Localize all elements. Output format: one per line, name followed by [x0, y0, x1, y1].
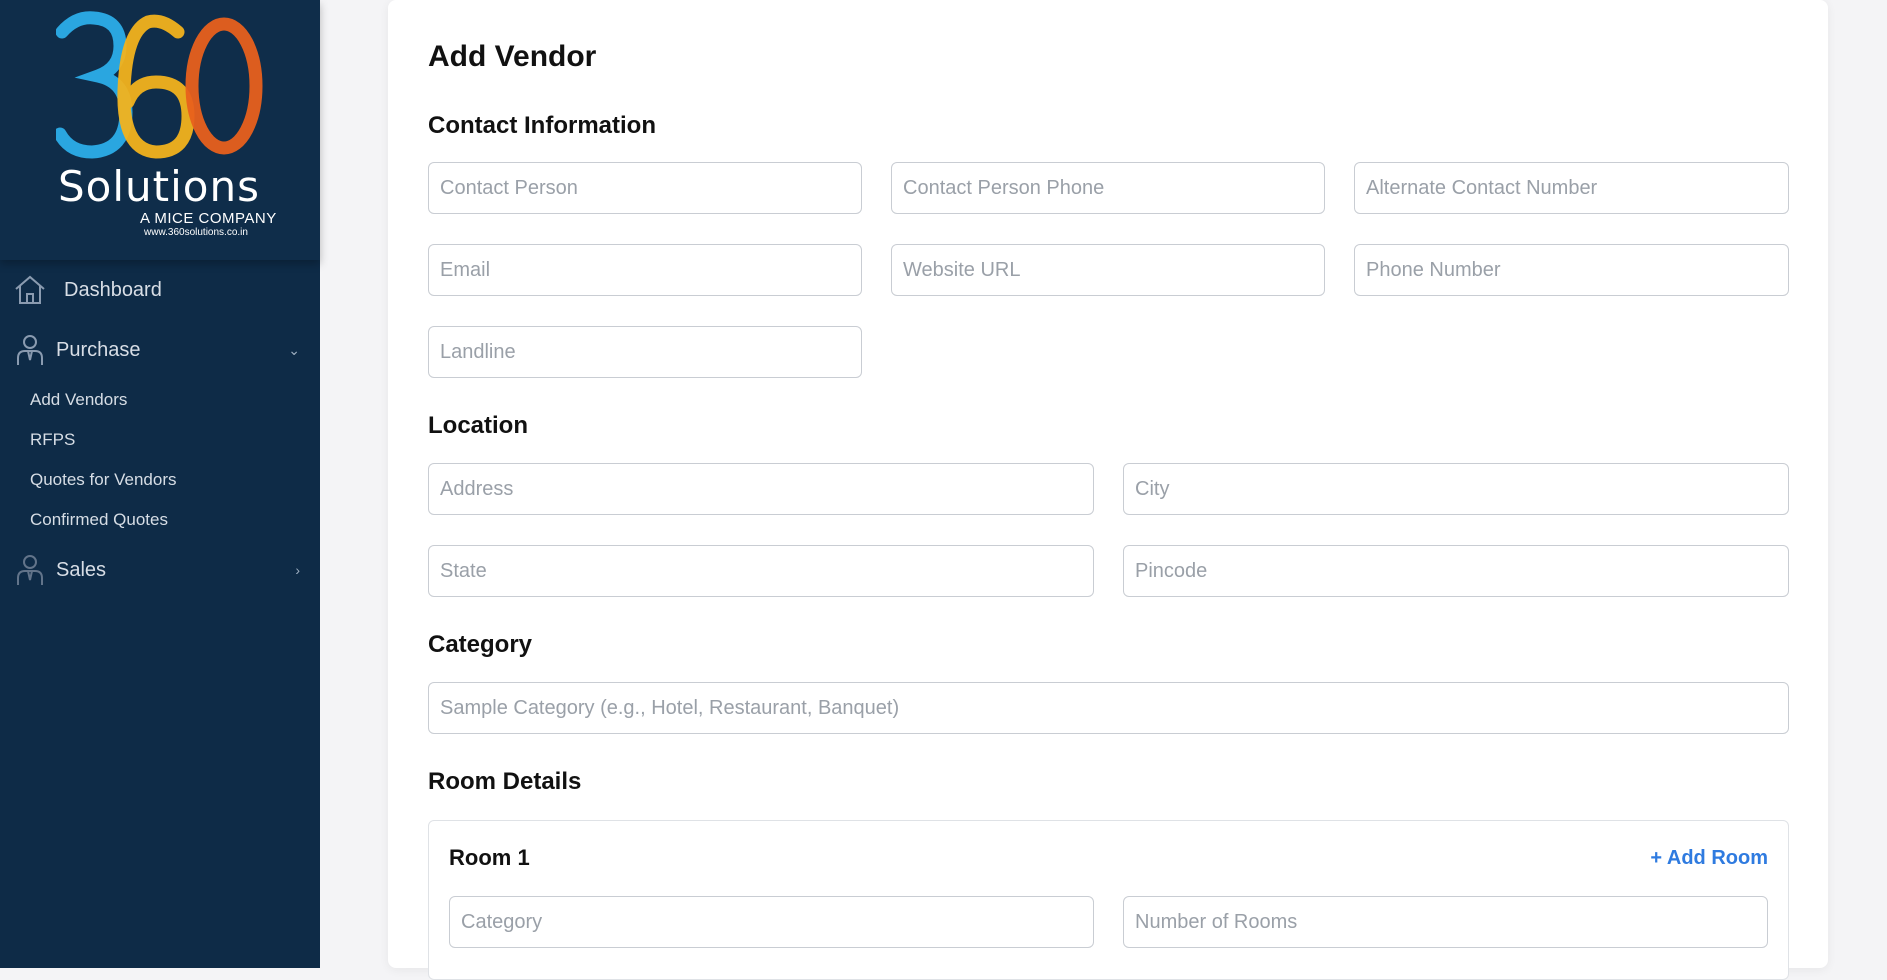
- add-room-button[interactable]: + Add Room: [1650, 847, 1768, 870]
- section-title-location: Location: [428, 412, 528, 439]
- chevron-right-icon[interactable]: ›: [295, 562, 300, 578]
- logo-tagline: A MICE COMPANY: [140, 210, 277, 227]
- contact-person-phone-field[interactable]: [891, 162, 1325, 214]
- sidebar-subitem-quotes-for-vendors[interactable]: Quotes for Vendors: [30, 470, 176, 490]
- logo-name: Solutions: [58, 162, 260, 211]
- sidebar-subitem-rfps[interactable]: RFPS: [30, 430, 75, 450]
- email-field[interactable]: [428, 244, 862, 296]
- landline-field[interactable]: [428, 326, 862, 378]
- state-field[interactable]: [428, 545, 1094, 597]
- home-icon: [15, 275, 45, 304]
- sidebar: Solutions A MICE COMPANY www.360solution…: [0, 0, 320, 968]
- section-title-category: Category: [428, 631, 533, 658]
- category-field[interactable]: [428, 682, 1789, 734]
- sidebar-subitem-confirmed-quotes[interactable]: Confirmed Quotes: [30, 510, 168, 530]
- user-tie-icon: [17, 335, 43, 365]
- contact-person-field[interactable]: [428, 162, 862, 214]
- sidebar-item-label: Sales: [56, 558, 107, 581]
- user-tie-icon: [17, 555, 43, 585]
- sidebar-item-dashboard[interactable]: Dashboard: [0, 270, 320, 310]
- add-vendor-form: Add Vendor Contact Information Location …: [388, 0, 1828, 980]
- address-field[interactable]: [428, 463, 1094, 515]
- room-title: Room 1: [449, 845, 530, 870]
- logo-url: www.360solutions.co.in: [144, 227, 248, 238]
- room-card: Room 1 + Add Room: [428, 820, 1789, 980]
- chevron-down-icon[interactable]: ⌄: [288, 342, 300, 359]
- section-title-contact: Contact Information: [428, 112, 656, 139]
- sidebar-item-sales[interactable]: Sales ›: [0, 550, 320, 590]
- sidebar-item-purchase[interactable]: Purchase ⌄: [0, 330, 320, 370]
- logo[interactable]: Solutions A MICE COMPANY www.360solution…: [0, 0, 320, 260]
- room-category-field[interactable]: [449, 896, 1094, 948]
- logo-360-mark: [56, 11, 263, 159]
- sidebar-subitem-add-vendors[interactable]: Add Vendors: [30, 390, 127, 410]
- number-of-rooms-field[interactable]: [1123, 896, 1768, 948]
- section-title-room-details: Room Details: [428, 768, 582, 795]
- city-field[interactable]: [1123, 463, 1789, 515]
- phone-number-field[interactable]: [1354, 244, 1789, 296]
- sidebar-item-label: Dashboard: [64, 278, 162, 301]
- sidebar-item-label: Purchase: [56, 338, 141, 361]
- pincode-field[interactable]: [1123, 545, 1789, 597]
- alternate-contact-field[interactable]: [1354, 162, 1789, 214]
- website-url-field[interactable]: [891, 244, 1325, 296]
- page-title: Add Vendor: [428, 40, 597, 73]
